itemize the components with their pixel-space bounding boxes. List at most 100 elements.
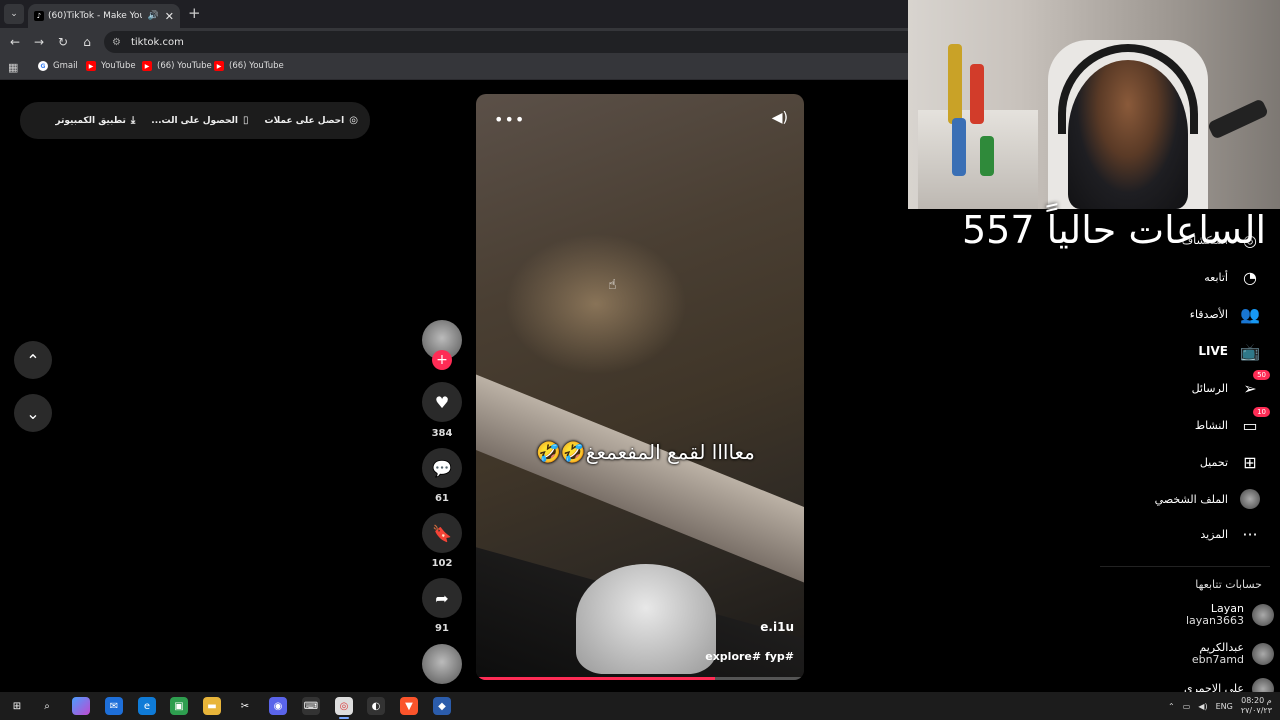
desktop-app-link[interactable]: ⤓ تطبيق الكمبيوتر	[55, 115, 135, 126]
video-player[interactable]: ••• ◀) معاااا لقمع المفعمعغ🤣🤣 e.i1u expl…	[476, 94, 804, 680]
video-hashtags[interactable]: explore# fyp#	[705, 650, 794, 663]
sidebar-item-live[interactable]: 📺 LIVE	[1198, 337, 1262, 365]
volume-icon[interactable]: ◀)	[772, 110, 788, 126]
messages-badge: 50	[1253, 370, 1270, 380]
gmail-icon: G	[38, 61, 48, 71]
follow-button[interactable]: +	[432, 350, 452, 370]
close-tab-icon[interactable]: ✕	[165, 10, 174, 23]
save-count: 102	[431, 558, 453, 569]
forward-icon[interactable]: →	[30, 33, 48, 51]
address-bar[interactable]: ⚙ tiktok.com	[104, 31, 1004, 53]
app-icon[interactable]: ◆	[433, 697, 451, 715]
bookmark-icon: 🔖	[432, 523, 452, 543]
comment-icon: 💬	[432, 458, 452, 478]
tray-chevron-icon[interactable]: ⌃	[1168, 702, 1175, 711]
more-icon: ···	[1242, 524, 1258, 544]
chrome-icon[interactable]: ◎	[335, 697, 353, 715]
sidebar-item-friends[interactable]: 👥 الأصدقاء	[1190, 300, 1262, 328]
webcam-can	[980, 136, 994, 176]
sidebar-item-more[interactable]: ··· المزيد	[1200, 520, 1262, 548]
webcam-shelf	[918, 110, 1038, 209]
next-video-button[interactable]: ⌄	[14, 394, 52, 432]
followed-account[interactable]: عبدالكريم ebn7amd	[1192, 642, 1274, 666]
webcam-microphone	[1207, 98, 1269, 140]
clock[interactable]: 08:20 م ٢٧/٠٧/٢٣	[1241, 696, 1272, 716]
upload-icon: ⊞	[1243, 452, 1257, 472]
capcut-icon[interactable]: ✂	[236, 697, 254, 715]
youtube-icon: ▶	[142, 61, 152, 71]
webcam-bottle	[952, 118, 966, 176]
like-button[interactable]: ♥	[422, 382, 462, 422]
brave-icon[interactable]: ▼	[400, 697, 418, 715]
coin-icon: ◎	[349, 115, 358, 126]
get-app-link[interactable]: ▯ الحصول على الت...	[151, 115, 248, 126]
active-app-indicator	[339, 717, 349, 719]
save-button[interactable]: 🔖	[422, 513, 462, 553]
share-count: 91	[435, 623, 449, 634]
search-icon[interactable]: ⌕	[38, 697, 56, 715]
reload-icon[interactable]: ↻	[54, 33, 72, 51]
bookmark-youtube[interactable]: ▶ YouTube	[86, 61, 136, 71]
comment-count: 61	[435, 493, 449, 504]
discord-icon[interactable]: ◉	[269, 697, 287, 715]
avatar	[1252, 643, 1274, 665]
language-indicator[interactable]: ENG	[1216, 702, 1233, 711]
followed-account[interactable]: Layan layan3663	[1186, 603, 1274, 627]
video-progress-bar[interactable]	[476, 677, 804, 680]
share-icon: ➦	[435, 588, 449, 608]
bookmark-youtube-3[interactable]: ▶ (66) YouTube	[214, 61, 284, 71]
sidebar-item-upload[interactable]: ⊞ تحميل	[1200, 448, 1262, 476]
creator-watermark: e.i1u	[760, 620, 794, 634]
sidebar-item-profile[interactable]: الملف الشخصي	[1155, 485, 1262, 513]
bookmark-youtube-2[interactable]: ▶ (66) YouTube	[142, 61, 212, 71]
terminal-icon[interactable]: ⌨	[302, 697, 320, 715]
video-scene-feet	[576, 564, 716, 674]
friends-icon: 👥	[1240, 304, 1260, 324]
more-options-icon[interactable]: •••	[494, 110, 525, 129]
site-info-icon[interactable]: ⚙	[112, 37, 121, 48]
share-button[interactable]: ➦	[422, 578, 462, 618]
previous-video-button[interactable]: ⌃	[14, 341, 52, 379]
live-icon: 📺	[1240, 341, 1260, 361]
sidebar-item-messages[interactable]: ➢ 50 الرسائل	[1192, 370, 1270, 402]
obs-icon[interactable]: ◐	[367, 697, 385, 715]
edge-icon[interactable]: e	[138, 697, 156, 715]
chevron-up-icon: ⌃	[26, 350, 40, 370]
speaker-icon[interactable]: 🔊	[148, 11, 159, 21]
get-coins-link[interactable]: ◎ احصل على عملات	[265, 115, 358, 126]
store-icon[interactable]: ▣	[170, 697, 188, 715]
new-tab-button[interactable]: +	[188, 4, 201, 22]
back-icon[interactable]: ←	[6, 33, 24, 51]
copilot-icon[interactable]	[72, 697, 90, 715]
youtube-icon: ▶	[86, 61, 96, 71]
hours-counter-overlay: عدد الساعات حالياً 557	[962, 208, 1280, 252]
webcam-overlay	[908, 0, 1280, 209]
following-accounts-title: حسابات تتابعها	[1195, 578, 1262, 591]
sound-avatar[interactable]	[422, 644, 462, 684]
heart-icon: ♥	[434, 392, 450, 412]
comment-button[interactable]: 💬	[422, 448, 462, 488]
activity-icon: ▭ 10	[1238, 407, 1270, 437]
home-icon[interactable]: ⌂	[78, 33, 96, 51]
apps-grid-icon[interactable]: ▦	[8, 61, 18, 74]
mail-icon[interactable]: ✉	[105, 697, 123, 715]
messages-icon: ➢ 50	[1238, 370, 1270, 400]
windows-start-icon[interactable]: ⊞	[8, 697, 26, 715]
file-explorer-icon[interactable]: ▬	[203, 697, 221, 715]
avatar	[1252, 604, 1274, 626]
webcam-bottle	[970, 64, 984, 124]
divider	[1100, 566, 1270, 567]
volume-icon[interactable]: ◀)	[1198, 702, 1207, 711]
sidebar-item-following[interactable]: ◔ أتابعه	[1204, 263, 1262, 291]
system-tray: ⌃ ▭ ◀) ENG 08:20 م ٢٧/٠٧/٢٣	[1160, 692, 1272, 720]
webcam-bottle	[948, 44, 962, 124]
bookmark-gmail[interactable]: G Gmail	[38, 61, 78, 71]
network-icon[interactable]: ▭	[1183, 702, 1191, 711]
browser-tab[interactable]: ♪ (60)TikTok - Make Your Day 🔊 ✕	[28, 4, 180, 28]
tab-search-button[interactable]: ⌄	[4, 4, 24, 24]
phone-icon: ▯	[243, 115, 249, 126]
promo-bar: ◎ احصل على عملات ▯ الحصول على الت... ⤓ ت…	[20, 102, 370, 139]
chevron-down-icon: ⌄	[26, 403, 40, 423]
hand-cursor-icon: ☝	[608, 277, 617, 293]
sidebar-item-activity[interactable]: ▭ 10 النشاط	[1195, 407, 1270, 439]
